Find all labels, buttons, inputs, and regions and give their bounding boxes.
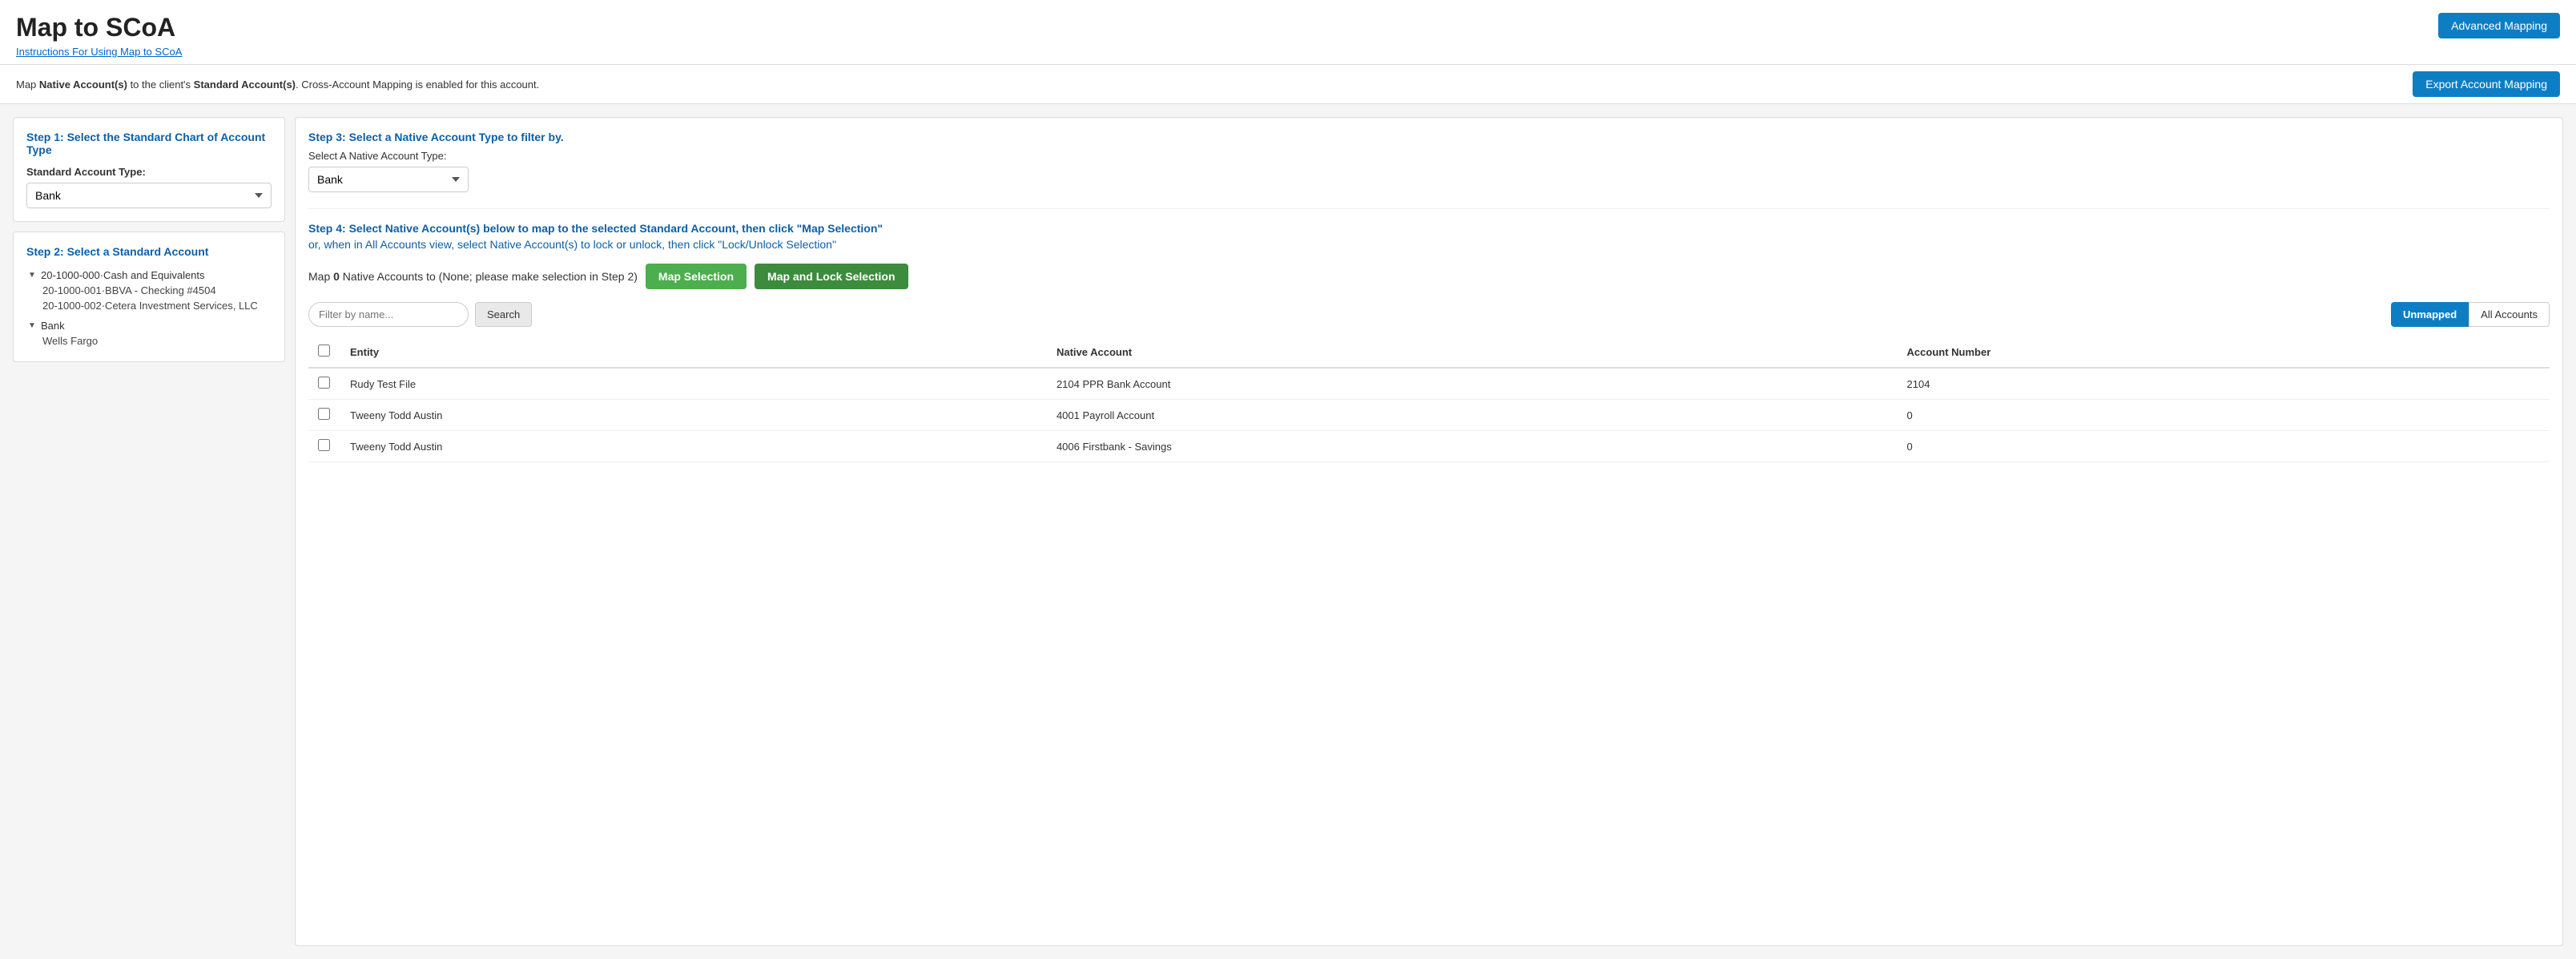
map-and-lock-selection-button[interactable]: Map and Lock Selection [755,264,908,289]
page-header: Map to SCoA Instructions For Using Map t… [0,0,2576,65]
table-row: Tweeny Todd Austin 4001 Payroll Account … [308,400,2550,431]
subheader-bold2: Standard Account(s) [194,79,296,91]
step3-section: Step 3: Select a Native Account Type to … [308,131,2550,192]
table-row: Rudy Test File 2104 PPR Bank Account 210… [308,368,2550,400]
step2-card: Step 2: Select a Standard Account ▼ 20-1… [13,232,285,362]
subheader-bold1: Native Account(s) [39,79,127,91]
tree-node-2-label[interactable]: Bank [41,320,65,332]
subheader-text: Map Native Account(s) to the client's St… [16,79,539,91]
tree-collapse-icon-1[interactable]: ▼ [26,270,38,281]
col-entity: Entity [340,336,1047,368]
row-account-number-1: 0 [1898,400,2550,431]
col-account-number: Account Number [1898,336,2550,368]
right-panel: Step 3: Select a Native Account Type to … [295,117,2563,946]
step4-title: Step 4: Select Native Account(s) below t… [308,222,2550,235]
unmapped-button[interactable]: Unmapped [2391,302,2469,327]
subheader-mid: to the client's [127,79,194,91]
row-native-account-1: 4001 Payroll Account [1047,400,1898,431]
row-checkbox-0[interactable] [318,377,330,389]
export-account-mapping-button[interactable]: Export Account Mapping [2413,71,2560,97]
mapping-count: 0 [333,270,340,283]
native-account-type-label: Select A Native Account Type: [308,150,2550,162]
advanced-mapping-button[interactable]: Advanced Mapping [2438,13,2560,38]
mapping-text: Map 0 Native Accounts to (None; please m… [308,270,638,283]
step4-subtitle: or, when in All Accounts view, select Na… [308,238,2550,251]
step1-title: Step 1: Select the Standard Chart of Acc… [26,131,272,156]
standard-account-type-select[interactable]: Bank Income Expense Asset Liability Equi… [26,183,272,208]
tree-collapse-icon-2[interactable]: ▼ [26,320,38,332]
row-entity-2: Tweeny Todd Austin [340,431,1047,462]
filter-name-input[interactable] [308,302,469,327]
table-row: Tweeny Todd Austin 4006 Firstbank - Savi… [308,431,2550,462]
all-accounts-button[interactable]: All Accounts [2469,302,2550,327]
native-account-type-select[interactable]: Bank Income Expense Asset Liability [308,167,469,192]
page-subtitle[interactable]: Instructions For Using Map to SCoA [16,46,182,58]
standard-account-tree: ▼ 20-1000-000·Cash and Equivalents 20-10… [26,268,272,349]
mapping-selection: (None; please make selection in Step 2) [439,270,638,283]
col-native-account: Native Account [1047,336,1898,368]
filter-bar: Search Unmapped All Accounts [308,302,2550,327]
subheader-suffix: . Cross-Account Mapping is enabled for t… [296,79,539,91]
page-title: Map to SCoA [16,13,182,42]
tree-leaf-1[interactable]: 20-1000-001·BBVA - Checking #4504 [42,283,272,298]
subheader: Map Native Account(s) to the client's St… [0,65,2576,104]
row-checkbox-cell [308,400,340,431]
accounts-table: Entity Native Account Account Number Rud… [308,336,2550,462]
select-all-checkbox[interactable] [318,345,330,357]
step2-title: Step 2: Select a Standard Account [26,245,272,258]
tree-leaf-3[interactable]: Wells Fargo [42,333,272,349]
row-checkbox-cell [308,368,340,400]
step4-section: Step 4: Select Native Account(s) below t… [308,208,2550,462]
search-button[interactable]: Search [475,302,532,327]
row-native-account-2: 4006 Firstbank - Savings [1047,431,1898,462]
row-entity-1: Tweeny Todd Austin [340,400,1047,431]
row-entity-0: Rudy Test File [340,368,1047,400]
row-native-account-0: 2104 PPR Bank Account [1047,368,1898,400]
row-account-number-0: 2104 [1898,368,2550,400]
step3-title: Step 3: Select a Native Account Type to … [308,131,2550,143]
step1-card: Step 1: Select the Standard Chart of Acc… [13,117,285,222]
row-checkbox-cell [308,431,340,462]
mapping-bar: Map 0 Native Accounts to (None; please m… [308,264,2550,289]
mapping-prefix: Map [308,270,333,283]
tree-node-1-label[interactable]: 20-1000-000·Cash and Equivalents [41,269,205,281]
row-checkbox-1[interactable] [318,408,330,420]
standard-account-type-label: Standard Account Type: [26,166,272,178]
subheader-prefix: Map [16,79,39,91]
row-account-number-2: 0 [1898,431,2550,462]
mapping-mid: Native Accounts to [340,270,439,283]
col-checkbox [308,336,340,368]
tree-leaf-2[interactable]: 20-1000-002·Cetera Investment Services, … [42,298,272,313]
row-checkbox-2[interactable] [318,439,330,451]
map-selection-button[interactable]: Map Selection [646,264,747,289]
